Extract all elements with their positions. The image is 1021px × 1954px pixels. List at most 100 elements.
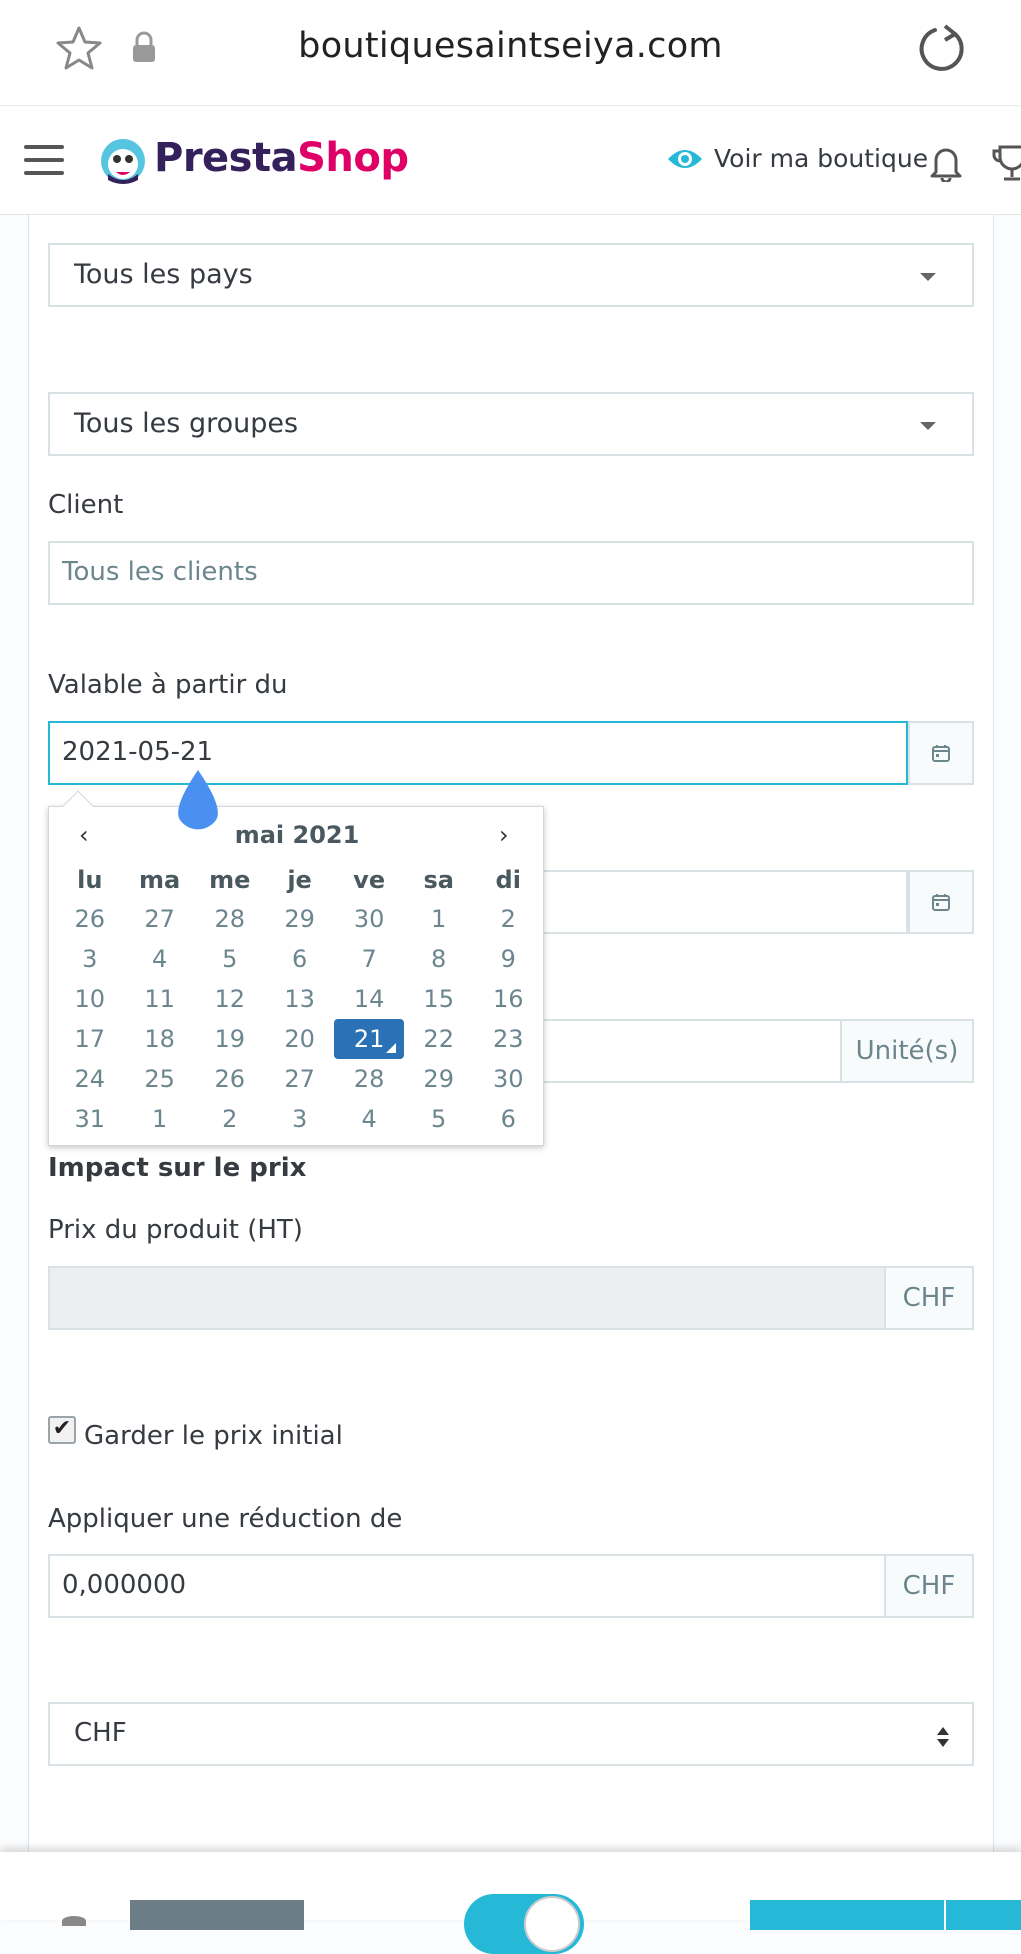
- valid-from-label: Valable à partir du: [48, 670, 288, 700]
- calendar-day[interactable]: 20: [265, 1019, 335, 1059]
- reduction-type-select[interactable]: CHF: [48, 1702, 974, 1766]
- save-dropdown-button[interactable]: [946, 1900, 1021, 1930]
- calendar-day[interactable]: 12: [195, 979, 265, 1019]
- calendar-day[interactable]: 22: [404, 1019, 474, 1059]
- notifications-bell-icon[interactable]: [928, 142, 964, 182]
- prestashop-logo[interactable]: PrestaShop: [154, 135, 409, 181]
- toggle-knob: [524, 1896, 580, 1952]
- url-text[interactable]: boutiquesaintseiya.com: [0, 26, 1021, 66]
- text-cursor-handle-icon[interactable]: [172, 770, 224, 834]
- weekday-header: me: [209, 866, 251, 894]
- chevron-down-icon: [920, 273, 936, 281]
- hamburger-menu-icon[interactable]: [24, 145, 64, 175]
- bottom-action-bar: [0, 1852, 1021, 1954]
- price-impact-heading: Impact sur le prix: [48, 1153, 307, 1183]
- calendar-icon: [932, 745, 950, 762]
- save-button[interactable]: [750, 1900, 944, 1930]
- admin-header: PrestaShop Voir ma boutique: [0, 107, 1021, 215]
- weekday-header: ma: [138, 866, 181, 894]
- calendar-day[interactable]: 10: [55, 979, 125, 1019]
- reload-icon[interactable]: [915, 22, 967, 74]
- calendar-day[interactable]: 6: [265, 939, 335, 979]
- calendar-day[interactable]: 25: [125, 1059, 195, 1099]
- online-toggle[interactable]: [464, 1894, 584, 1954]
- calendar-day[interactable]: 19: [195, 1019, 265, 1059]
- calendar-day[interactable]: 17: [55, 1019, 125, 1059]
- calendar-day[interactable]: 23: [473, 1019, 543, 1059]
- client-input[interactable]: Tous les clients: [48, 541, 974, 605]
- weekday-header: di: [495, 866, 521, 894]
- calendar-day[interactable]: 9: [473, 939, 543, 979]
- client-placeholder: Tous les clients: [62, 557, 258, 587]
- calendar-day[interactable]: 29: [265, 899, 335, 939]
- valid-to-calendar-button[interactable]: [908, 870, 974, 934]
- calendar-day[interactable]: 24: [55, 1059, 125, 1099]
- calendar-day[interactable]: 30: [473, 1059, 543, 1099]
- client-label: Client: [48, 490, 124, 520]
- eye-icon: [668, 149, 702, 168]
- help-icon[interactable]: [62, 1916, 86, 1926]
- calendar-day[interactable]: 27: [265, 1059, 335, 1099]
- keep-initial-price-checkbox[interactable]: ✔: [48, 1416, 76, 1444]
- valid-from-calendar-button[interactable]: [908, 721, 974, 785]
- prestashop-logo-icon[interactable]: [100, 138, 146, 184]
- calendar-day[interactable]: 8: [404, 939, 474, 979]
- calendar-day[interactable]: 3: [55, 939, 125, 979]
- calendar-day[interactable]: 5: [404, 1099, 474, 1139]
- logo-text-shop: Shop: [297, 135, 409, 181]
- calendar-day[interactable]: 26: [195, 1059, 265, 1099]
- calendar-day[interactable]: 26: [55, 899, 125, 939]
- calendar-day[interactable]: 7: [334, 939, 404, 979]
- view-shop-label: Voir ma boutique: [714, 144, 929, 173]
- calendar-day[interactable]: 14: [334, 979, 404, 1019]
- datepicker-month-title: mai 2021: [234, 821, 360, 849]
- calendar-day[interactable]: 1: [404, 899, 474, 939]
- reduction-type-value: CHF: [74, 1718, 127, 1748]
- country-select[interactable]: Tous les pays: [48, 243, 974, 307]
- datepicker-calendar-grid: lu ma me je ve sa di 26 27 28 29 30 1 2 3 4 5 6 7 8 9 10 11 12…: [55, 861, 543, 1139]
- group-select[interactable]: Tous les groupes: [48, 392, 974, 456]
- datepicker-prev-button[interactable]: ‹: [79, 821, 89, 849]
- calendar-day[interactable]: 11: [125, 979, 195, 1019]
- keep-initial-price-label: Garder le prix initial: [84, 1421, 343, 1451]
- calendar-day[interactable]: 13: [265, 979, 335, 1019]
- calendar-day[interactable]: 29: [404, 1059, 474, 1099]
- calendar-day[interactable]: 16: [473, 979, 543, 1019]
- calendar-day[interactable]: 6: [473, 1099, 543, 1139]
- weekday-header: sa: [423, 866, 454, 894]
- country-select-value: Tous les pays: [74, 259, 253, 290]
- calendar-day[interactable]: 2: [473, 899, 543, 939]
- weekday-header: lu: [77, 866, 103, 894]
- product-price-label: Prix du produit (HT): [48, 1215, 303, 1245]
- calendar-day[interactable]: 28: [195, 899, 265, 939]
- calendar-day[interactable]: 2: [195, 1099, 265, 1139]
- calendar-icon: [932, 894, 950, 911]
- discount-input[interactable]: 0,000000: [48, 1554, 886, 1618]
- weekday-header: je: [287, 866, 312, 894]
- calendar-week-row: 24 25 26 27 28 29 30: [55, 1059, 543, 1099]
- calendar-day[interactable]: 31: [55, 1099, 125, 1139]
- calendar-day[interactable]: 28: [334, 1059, 404, 1099]
- calendar-day[interactable]: 15: [404, 979, 474, 1019]
- discount-currency-addon: CHF: [884, 1554, 974, 1618]
- datepicker-next-button[interactable]: ›: [499, 821, 509, 849]
- view-shop-link[interactable]: Voir ma boutique: [666, 144, 928, 173]
- trophy-icon[interactable]: [992, 143, 1021, 183]
- calendar-week-row: 31 1 2 3 4 5 6: [55, 1099, 543, 1139]
- calendar-day[interactable]: 1: [125, 1099, 195, 1139]
- preview-button[interactable]: [130, 1900, 304, 1930]
- calendar-week-row: 10 11 12 13 14 15 16: [55, 979, 543, 1019]
- discount-value: 0,000000: [62, 1570, 187, 1600]
- calendar-day[interactable]: 30: [334, 899, 404, 939]
- units-addon: Unité(s): [840, 1019, 974, 1083]
- product-price-input[interactable]: [48, 1266, 886, 1330]
- calendar-day[interactable]: 4: [125, 939, 195, 979]
- calendar-day[interactable]: 27: [125, 899, 195, 939]
- calendar-day[interactable]: 5: [195, 939, 265, 979]
- calendar-day[interactable]: 3: [265, 1099, 335, 1139]
- calendar-day[interactable]: 4: [334, 1099, 404, 1139]
- valid-from-value: 2021-05-21: [62, 737, 214, 767]
- calendar-day[interactable]: 18: [125, 1019, 195, 1059]
- calendar-week-row: 3456789: [55, 939, 543, 979]
- calendar-day-selected[interactable]: 21: [334, 1019, 404, 1059]
